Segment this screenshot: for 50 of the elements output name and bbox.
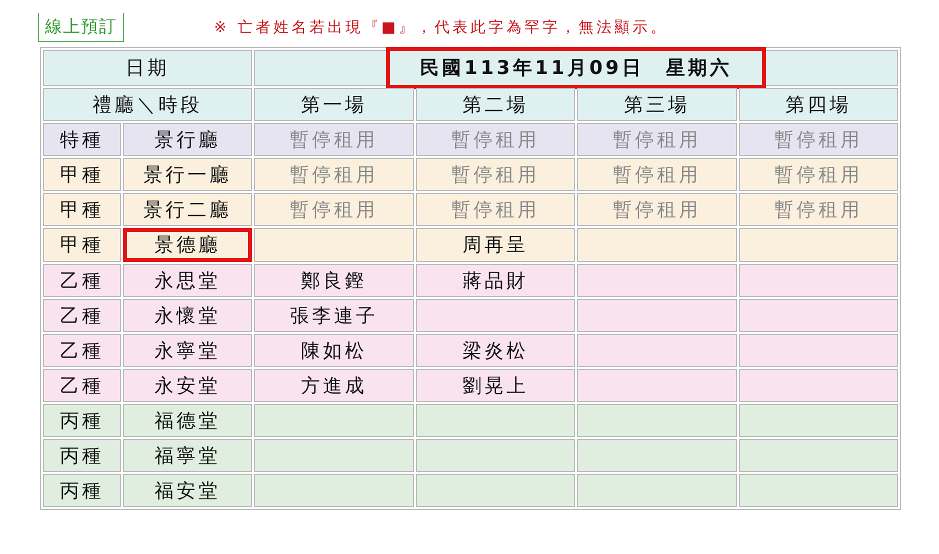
table-cell: 梁炎松 [416, 334, 575, 367]
table-cell: 鄭良鏗 [254, 264, 414, 297]
table-cell: 乙種 [43, 264, 121, 297]
table-cell: 甲種 [43, 228, 121, 262]
table-cell: 暫停租用 [416, 158, 575, 191]
table-cell: 乙種 [43, 334, 121, 367]
table-cell: 劉晃上 [416, 369, 575, 402]
table-cell: 景行二廳 [123, 193, 252, 226]
table-cell: 福安堂 [123, 474, 252, 507]
table-cell: 方進成 [254, 369, 414, 402]
table-cell: 景行一廳 [123, 158, 252, 191]
table-cell: 暫停租用 [254, 158, 414, 191]
table-cell: 暫停租用 [577, 123, 736, 156]
table-cell: 暫停租用 [416, 193, 575, 226]
table-cell: 暫停租用 [577, 193, 736, 226]
table-cell: 暫停租用 [254, 193, 414, 226]
table-cell: 暫停租用 [416, 123, 575, 156]
table-cell: 周再呈 [416, 228, 575, 262]
table-cell: 永思堂 [123, 264, 252, 297]
table-cell: 永安堂 [123, 369, 252, 402]
table-cell: 暫停租用 [738, 158, 898, 191]
table-cell: 乙種 [43, 299, 121, 332]
table-cell: 景行廳 [123, 123, 252, 156]
table-header-cell: 日期 [43, 50, 252, 86]
table-cell: 暫停租用 [254, 123, 414, 156]
table-cell: 暫停租用 [577, 158, 736, 191]
table-cell: 永寧堂 [123, 334, 252, 367]
table-cell: 陳如松 [254, 334, 414, 367]
table-cell: 張李連子 [254, 299, 414, 332]
table-cell: 蔣品財 [416, 264, 575, 297]
table-cell: 暫停租用 [738, 123, 898, 156]
table-header-cell: 第二場 [416, 88, 575, 121]
table-cell: 丙種 [43, 439, 121, 472]
table-cell: 永懷堂 [123, 299, 252, 332]
table-header-cell: 第四場 [738, 88, 898, 121]
table-cell: 福德堂 [123, 404, 252, 437]
table-header-cell: 第一場 [254, 88, 414, 121]
table-cell: 福寧堂 [123, 439, 252, 472]
table-header-cell: 第三場 [577, 88, 736, 121]
booking-link[interactable]: 線上預訂 [38, 12, 124, 42]
table-cell: 丙種 [43, 474, 121, 507]
table-cell: 甲種 [43, 158, 121, 191]
notice-text: ※ 亡者姓名若出現『■』，代表此字為罕字，無法顯示。 [214, 18, 669, 36]
table-cell: 乙種 [43, 369, 121, 402]
table-cell: 特種 [43, 123, 121, 156]
table-cell: 甲種 [43, 193, 121, 226]
table-cell: 暫停租用 [738, 193, 898, 226]
table-cell: 丙種 [43, 404, 121, 437]
table-cell: 景德廳 [123, 228, 252, 262]
table-header-cell: 禮廳＼時段 [43, 88, 252, 121]
